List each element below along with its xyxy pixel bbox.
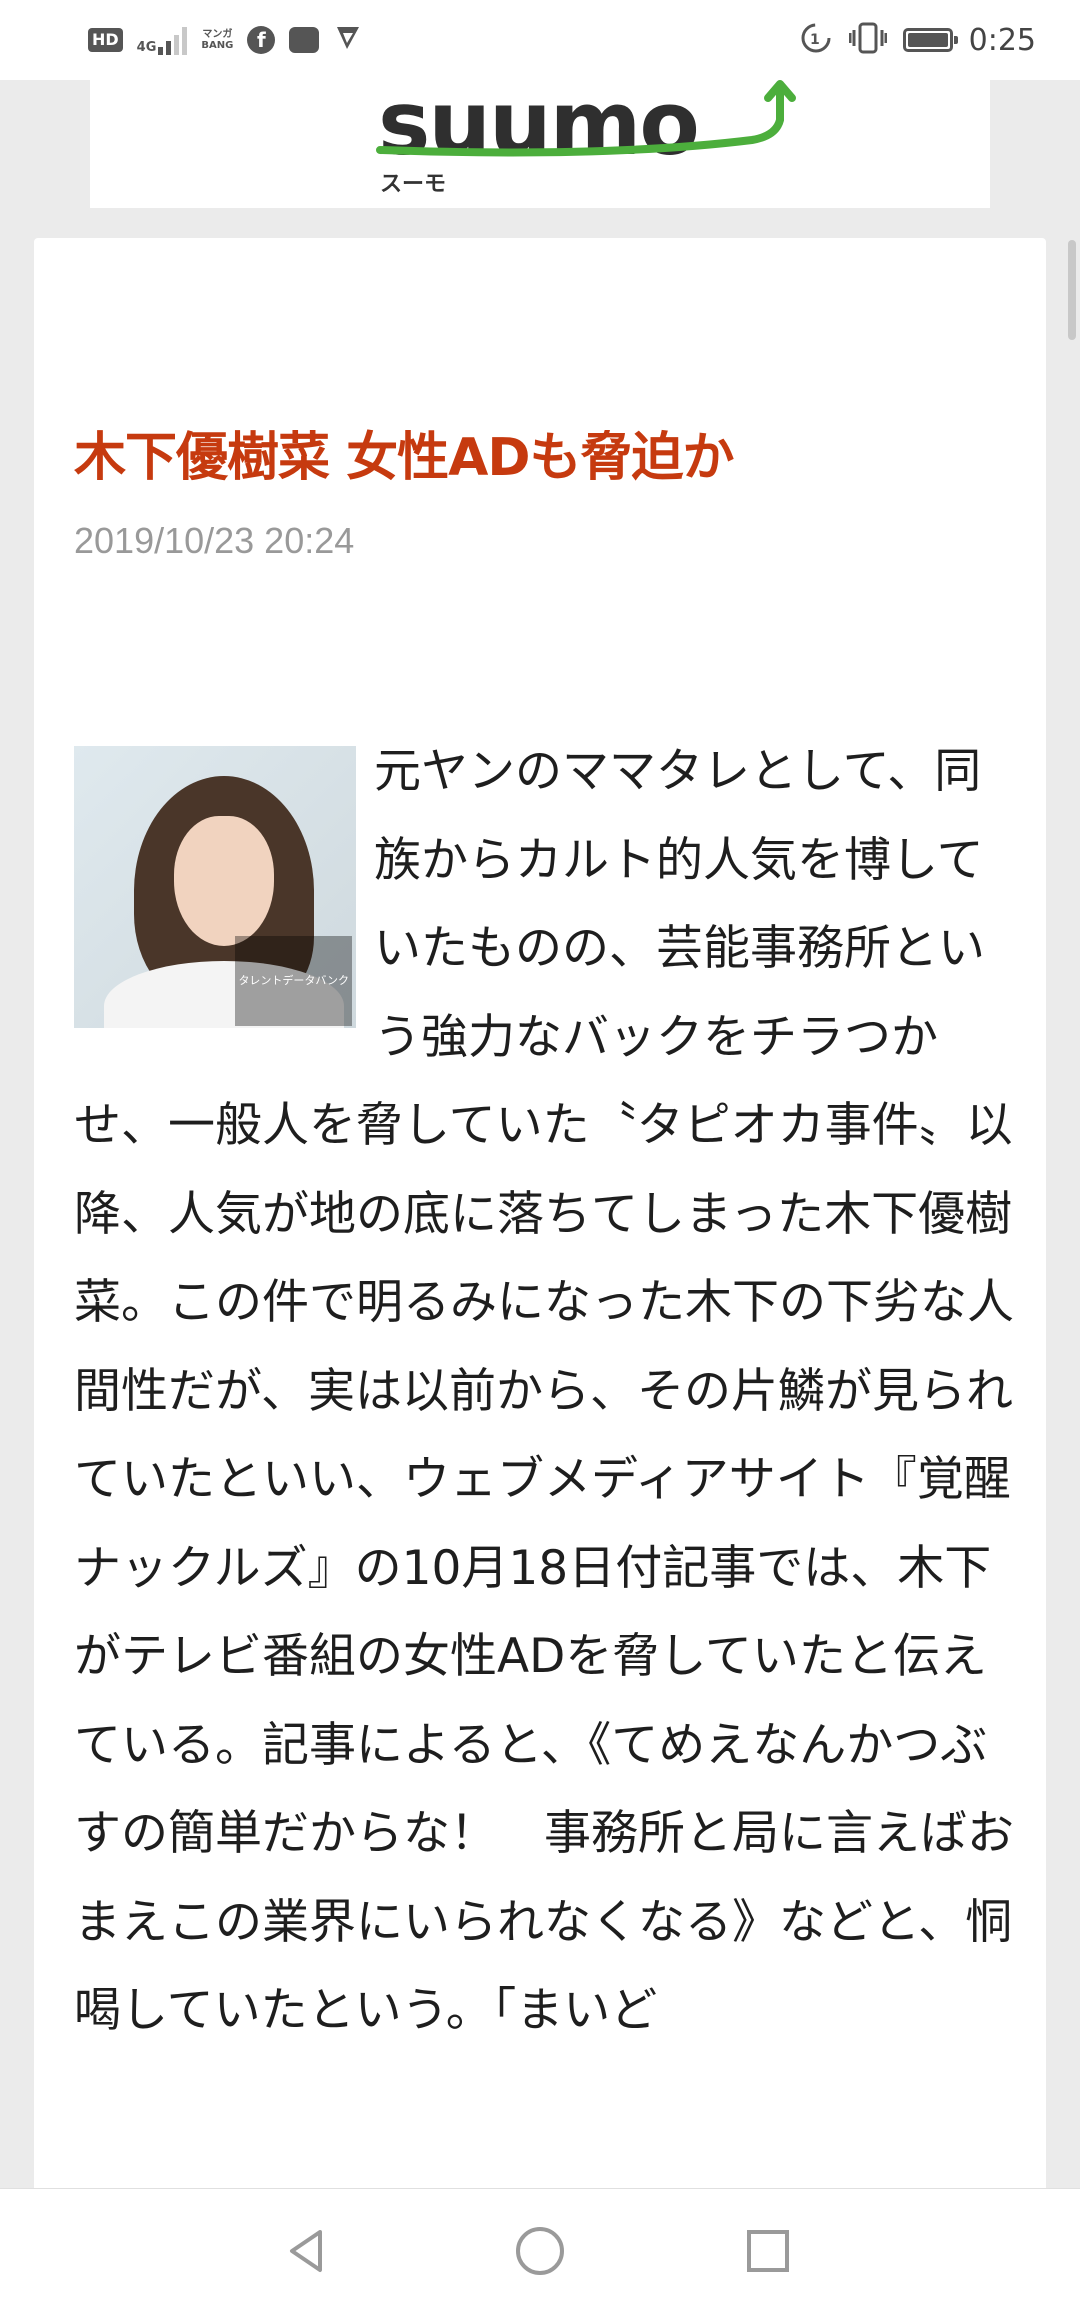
signal-bars <box>158 25 188 55</box>
status-bar-system: 1 0:25 <box>799 18 1036 62</box>
mangabang-icon: マンガ BANG <box>201 29 233 51</box>
battery-icon <box>902 28 958 52</box>
suumo-logo-subtitle: スーモ <box>380 172 447 197</box>
article-thumbnail[interactable]: タレントデータバンク <box>74 746 356 1028</box>
svg-text:1: 1 <box>810 32 820 48</box>
thumbnail-face <box>174 816 274 946</box>
article-card: 木下優樹菜 女性ADも脅迫か 2019/10/23 20:24 タレントデータバ… <box>34 238 1046 2198</box>
suumo-logo-swoosh-icon <box>376 80 796 157</box>
page-scrollbar[interactable] <box>1068 240 1076 340</box>
data-saver-icon: 1 <box>799 21 833 59</box>
clock: 0:25 <box>968 22 1036 58</box>
network-type-label: 4G <box>136 40 157 55</box>
status-bar-notifications: HD 4G マンガ BANG f <box>88 20 363 60</box>
article-body: タレントデータバンク 元ヤンのママタレとして、同族からカルト的人気を博していたも… <box>74 728 1014 2056</box>
status-bar: HD 4G マンガ BANG f 1 0:25 <box>0 0 1080 80</box>
ad-banner[interactable]: suumo スーモ <box>90 80 990 208</box>
mangabang-label-2: BANG <box>201 40 234 51</box>
recents-icon <box>747 2230 789 2272</box>
recents-button[interactable] <box>736 2219 800 2283</box>
back-button[interactable] <box>275 2219 339 2283</box>
article-headline[interactable]: 木下優樹菜 女性ADも脅迫か <box>74 426 735 490</box>
vibrate-icon <box>848 21 888 59</box>
signal-icon: 4G <box>137 25 188 55</box>
image-caption: タレントデータバンク <box>235 935 352 1026</box>
back-icon <box>290 2230 322 2272</box>
navigation-bar <box>0 2188 1080 2313</box>
home-button[interactable] <box>508 2219 572 2283</box>
facebook-icon: f <box>247 26 276 54</box>
home-icon <box>516 2227 564 2275</box>
play-icon <box>333 23 363 57</box>
article-date: 2019/10/23 20:24 <box>74 520 355 561</box>
mangabang-label-1: マンガ <box>202 29 233 40</box>
photo-icon <box>289 27 320 53</box>
hd-icon: HD <box>88 28 123 52</box>
